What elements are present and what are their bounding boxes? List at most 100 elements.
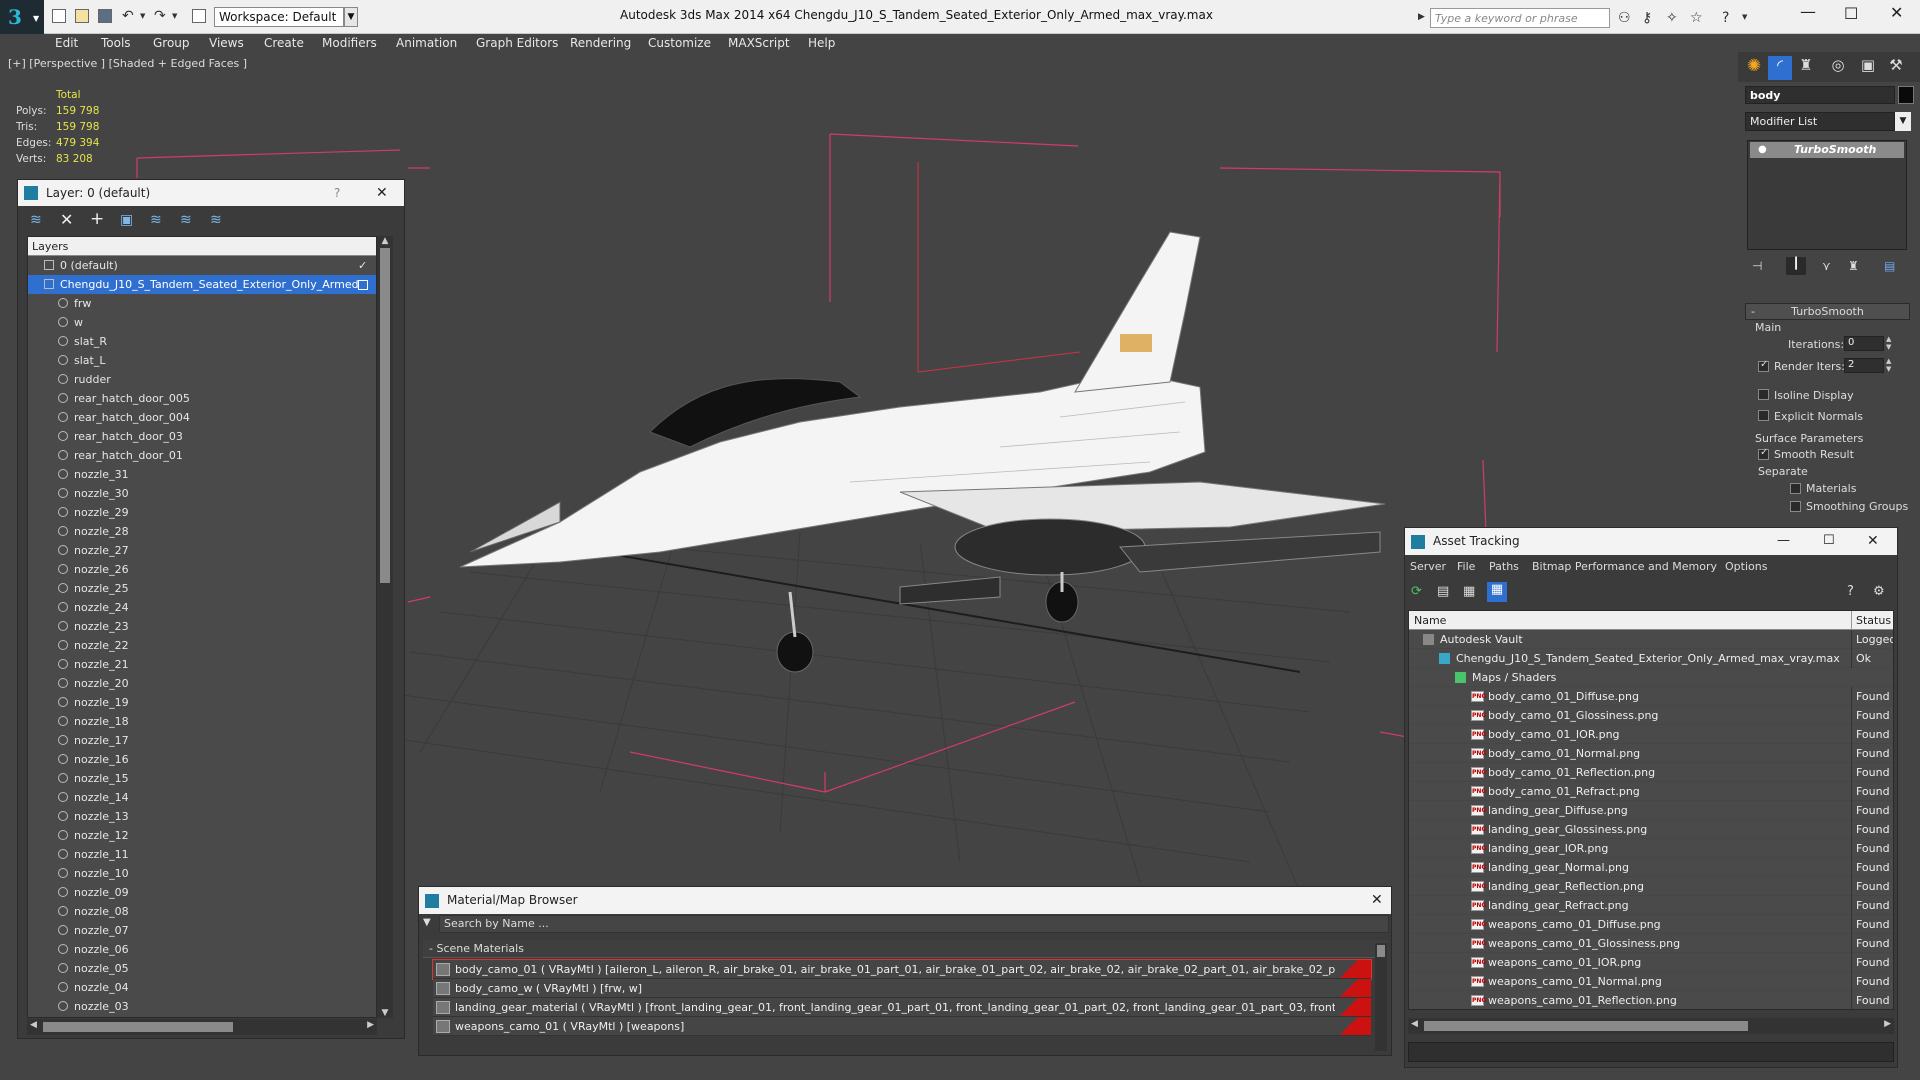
undo-dropdown-icon[interactable]: ▼ <box>140 12 145 20</box>
remove-modifier-icon[interactable]: ♜ <box>1848 259 1859 273</box>
motion-tab-icon[interactable]: ◎ <box>1826 56 1850 80</box>
layer-row[interactable]: nozzle_09 <box>28 883 376 902</box>
workspace-dropdown-arrow-icon[interactable]: ▼ <box>344 7 358 27</box>
layer-row[interactable]: nozzle_30 <box>28 484 376 503</box>
menu-views[interactable]: Views <box>209 34 244 52</box>
modifier-stack-item-turbosmooth[interactable]: ● TurboSmooth <box>1750 142 1904 158</box>
asset-row[interactable]: PNG body_camo_01_Normal.png Found <box>1409 744 1893 763</box>
modifier-bulb-icon[interactable]: ● <box>1758 142 1767 158</box>
asset-row[interactable]: PNG landing_gear_Glossiness.png Found <box>1409 820 1893 839</box>
help-dropdown-icon[interactable]: ▼ <box>1742 13 1747 21</box>
refresh-icon[interactable]: ⟳ <box>1411 584 1422 599</box>
layer-row[interactable]: rear_hatch_door_01 <box>28 446 376 465</box>
asset-row[interactable]: PNG landing_gear_Normal.png Found <box>1409 858 1893 877</box>
menu-graph-editors[interactable]: Graph Editors <box>476 34 558 52</box>
menu-tools[interactable]: Tools <box>101 34 131 52</box>
make-unique-icon[interactable]: ⋎ <box>1822 259 1831 273</box>
layer-row[interactable]: nozzle_15 <box>28 769 376 788</box>
table-view-icon[interactable]: ▦ <box>1487 582 1507 602</box>
redo-dropdown-icon[interactable]: ▼ <box>172 12 177 20</box>
asset-row[interactable]: Autodesk Vault Logged <box>1409 630 1893 649</box>
redo-icon[interactable]: ↷ <box>154 8 166 24</box>
maximize-button[interactable]: ☐ <box>1844 4 1858 23</box>
asset-menu-server[interactable]: Server <box>1410 560 1446 573</box>
isoline-display-checkbox[interactable] <box>1758 389 1769 400</box>
smooth-result-checkbox[interactable] <box>1758 447 1769 460</box>
asset-hscroll-thumb[interactable] <box>1424 1021 1748 1031</box>
layer-row[interactable]: rear_hatch_door_004 <box>28 408 376 427</box>
scene-material-item[interactable]: body_camo_w ( VRayMtl ) [frw, w] <box>433 979 1371 998</box>
freeze-all-layers-icon[interactable]: ≋ <box>210 212 222 228</box>
app-menu-arrow-icon[interactable]: ▼ <box>33 14 39 23</box>
add-to-layer-icon[interactable]: + <box>90 209 104 229</box>
layer-row[interactable]: nozzle_27 <box>28 541 376 560</box>
layer-row[interactable]: nozzle_25 <box>28 579 376 598</box>
layer-row[interactable]: nozzle_08 <box>28 902 376 921</box>
layer-row[interactable]: nozzle_31 <box>28 465 376 484</box>
asset-row[interactable]: PNG weapons_camo_01_IOR.png Found <box>1409 953 1893 972</box>
separate-materials-checkbox[interactable] <box>1790 483 1801 494</box>
list-view-icon[interactable]: ▤ <box>1437 584 1449 599</box>
turbosmooth-rollout-header[interactable]: - TurboSmooth <box>1745 303 1910 320</box>
modifier-list-arrow-icon[interactable]: ▼ <box>1895 112 1911 131</box>
layer-row[interactable]: nozzle_21 <box>28 655 376 674</box>
layer-row[interactable]: rear_hatch_door_005 <box>28 389 376 408</box>
layer-row[interactable]: nozzle_28 <box>28 522 376 541</box>
asset-scroll-right-icon[interactable]: ▶ <box>1884 1019 1891 1029</box>
material-search-input[interactable]: Search by Name ... <box>439 915 1389 933</box>
layer-row[interactable]: nozzle_04 <box>28 978 376 997</box>
layer-row[interactable]: nozzle_13 <box>28 807 376 826</box>
layer-row[interactable]: nozzle_12 <box>28 826 376 845</box>
thumbnail-view-icon[interactable]: ▦ <box>1463 584 1475 599</box>
binoculars-icon[interactable]: ⚇ <box>1618 10 1631 26</box>
asset-menu-file[interactable]: File <box>1457 560 1475 573</box>
asset-row[interactable]: PNG body_camo_01_Glossiness.png Found <box>1409 706 1893 725</box>
layer-row[interactable]: nozzle_23 <box>28 617 376 636</box>
layer-row[interactable]: nozzle_07 <box>28 921 376 940</box>
create-tab-icon[interactable]: ✺ <box>1742 56 1766 80</box>
iterations-spinner-arrows-icon[interactable]: ▲ ▼ <box>1886 335 1891 351</box>
asset-options-icon[interactable]: ⚙ <box>1873 584 1885 599</box>
hierarchy-tab-icon[interactable]: ♜ <box>1794 56 1818 80</box>
render-iters-spinner[interactable]: 2 <box>1844 358 1884 373</box>
material-browser-title-bar[interactable]: Material/Map Browser ✕ <box>419 887 1391 914</box>
new-file-icon[interactable] <box>52 9 66 23</box>
layer-panel-close-icon[interactable]: ✕ <box>376 180 388 206</box>
scroll-down-arrow-icon[interactable]: ▼ <box>377 1008 393 1018</box>
menu-group[interactable]: Group <box>153 34 190 52</box>
layer-row[interactable]: nozzle_19 <box>28 693 376 712</box>
layer-row[interactable]: 0 (default) ✓ <box>28 256 376 275</box>
layer-row[interactable]: frw <box>28 294 376 313</box>
asset-row[interactable]: PNG landing_gear_Reflection.png Found <box>1409 877 1893 896</box>
asset-minimize-button[interactable]: — <box>1777 528 1790 554</box>
asset-maximize-button[interactable]: ☐ <box>1823 528 1835 554</box>
layer-row[interactable]: nozzle_14 <box>28 788 376 807</box>
asset-row[interactable]: PNG body_camo_01_Diffuse.png Found <box>1409 687 1893 706</box>
hide-all-layers-icon[interactable]: ≋ <box>180 212 192 228</box>
layer-row[interactable]: nozzle_03 <box>28 997 376 1016</box>
layer-tree[interactable]: Layers 0 (default) ✓ Chengdu_J10_S_Tandem_… <box>27 236 377 1018</box>
asset-row[interactable]: PNG body_camo_01_Reflection.png Found <box>1409 763 1893 782</box>
layer-row[interactable]: w <box>28 313 376 332</box>
display-tab-icon[interactable]: ▣ <box>1856 56 1880 80</box>
asset-horizontal-scrollbar[interactable]: ◀ ▶ <box>1408 1018 1894 1034</box>
pin-stack-icon[interactable]: ⊣ <box>1752 259 1762 273</box>
layer-panel-help-icon[interactable]: ? <box>334 180 340 206</box>
layer-row[interactable]: nozzle_10 <box>28 864 376 883</box>
layer-row[interactable]: rear_hatch_door_03 <box>28 427 376 446</box>
menu-customize[interactable]: Customize <box>648 34 711 52</box>
asset-menu-bitmap-performance[interactable]: Bitmap Performance and Memory <box>1532 560 1717 573</box>
asset-close-button[interactable]: ✕ <box>1867 528 1879 554</box>
select-objects-icon[interactable]: ▣ <box>120 212 133 228</box>
asset-row[interactable]: PNG weapons_camo_01_Normal.png Found <box>1409 972 1893 991</box>
layer-row[interactable]: nozzle_17 <box>28 731 376 750</box>
delete-layer-icon[interactable]: ✕ <box>60 210 73 229</box>
asset-tracking-title-bar[interactable]: Asset Tracking — ☐ ✕ <box>1405 528 1897 555</box>
iterations-spinner[interactable]: 0 <box>1844 336 1884 351</box>
workspace-dropdown[interactable]: Workspace: Default <box>214 7 344 27</box>
search-input[interactable]: Type a keyword or phrase <box>1430 8 1610 28</box>
asset-row[interactable]: Maps / Shaders <box>1409 668 1893 687</box>
scene-material-item[interactable]: landing_gear_material ( VRayMtl ) [front… <box>433 998 1371 1017</box>
asset-row[interactable]: PNG weapons_camo_01_Glossiness.png Found <box>1409 934 1893 953</box>
asset-row[interactable]: PNG landing_gear_Diffuse.png Found <box>1409 801 1893 820</box>
